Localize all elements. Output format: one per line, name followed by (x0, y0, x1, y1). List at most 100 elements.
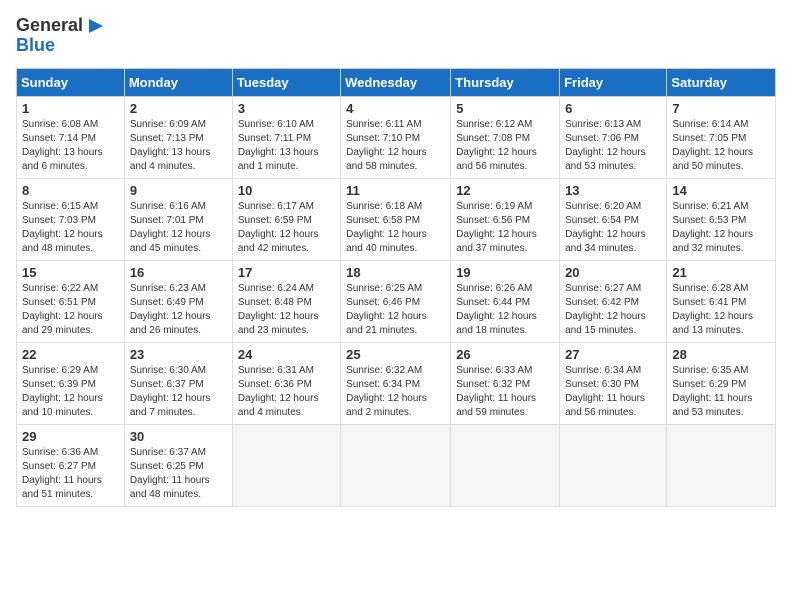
day-number: 10 (238, 183, 335, 198)
day-info: Sunrise: 6:30 AM Sunset: 6:37 PM Dayligh… (130, 364, 227, 420)
day-number: 27 (565, 347, 661, 362)
calendar-cell: 30 Sunrise: 6:37 AM Sunset: 6:25 PM Dayli… (124, 424, 232, 506)
calendar-cell (232, 424, 340, 506)
day-info: Sunrise: 6:10 AM Sunset: 7:11 PM Dayligh… (238, 118, 335, 174)
day-number: 17 (238, 265, 335, 280)
calendar-week-4: 22 Sunrise: 6:29 AM Sunset: 6:39 PM Dayli… (17, 342, 776, 424)
calendar-cell: 20Sunrise: 6:27 AM Sunset: 6:42 PM Dayli… (560, 260, 667, 342)
day-info: Sunrise: 6:29 AM Sunset: 6:39 PM Dayligh… (22, 364, 119, 420)
day-info: Sunrise: 6:24 AM Sunset: 6:48 PM Dayligh… (238, 282, 335, 338)
day-info: Sunrise: 6:28 AM Sunset: 6:41 PM Dayligh… (672, 282, 770, 338)
calendar-cell: 25Sunrise: 6:32 AM Sunset: 6:34 PM Dayli… (341, 342, 451, 424)
calendar-cell: 6 Sunrise: 6:13 AM Sunset: 7:06 PM Daylig… (560, 96, 667, 178)
logo-container: General Blue (16, 16, 103, 56)
weekday-header-thursday: Thursday (451, 68, 560, 96)
day-number: 1 (22, 101, 119, 116)
day-number: 18 (346, 265, 445, 280)
day-number: 25 (346, 347, 445, 362)
calendar-cell (560, 424, 667, 506)
day-number: 12 (456, 183, 554, 198)
calendar-week-2: 8Sunrise: 6:15 AM Sunset: 7:03 PM Daylig… (17, 178, 776, 260)
logo: General Blue (16, 16, 103, 56)
day-info: Sunrise: 6:36 AM Sunset: 6:27 PM Dayligh… (22, 446, 119, 502)
day-number: 15 (22, 265, 119, 280)
calendar-cell (341, 424, 451, 506)
calendar-cell: 18Sunrise: 6:25 AM Sunset: 6:46 PM Dayli… (341, 260, 451, 342)
day-info: Sunrise: 6:26 AM Sunset: 6:44 PM Dayligh… (456, 282, 554, 338)
day-info: Sunrise: 6:21 AM Sunset: 6:53 PM Dayligh… (672, 200, 770, 256)
day-info: Sunrise: 6:23 AM Sunset: 6:49 PM Dayligh… (130, 282, 227, 338)
calendar-cell: 2 Sunrise: 6:09 AM Sunset: 7:13 PM Daylig… (124, 96, 232, 178)
logo-blue: Blue (16, 36, 55, 56)
day-number: 13 (565, 183, 661, 198)
calendar-cell: 1 Sunrise: 6:08 AM Sunset: 7:14 PM Daylig… (17, 96, 125, 178)
day-number: 16 (130, 265, 227, 280)
calendar-cell: 24 Sunrise: 6:31 AM Sunset: 6:36 PM Dayli… (232, 342, 340, 424)
calendar-week-5: 29 Sunrise: 6:36 AM Sunset: 6:27 PM Dayli… (17, 424, 776, 506)
calendar-cell: 28Sunrise: 6:35 AM Sunset: 6:29 PM Dayli… (667, 342, 776, 424)
day-number: 7 (672, 101, 770, 116)
day-number: 5 (456, 101, 554, 116)
weekday-header-friday: Friday (560, 68, 667, 96)
calendar-cell: 3 Sunrise: 6:10 AM Sunset: 7:11 PM Daylig… (232, 96, 340, 178)
day-number: 14 (672, 183, 770, 198)
calendar-cell: 11Sunrise: 6:18 AM Sunset: 6:58 PM Dayli… (341, 178, 451, 260)
day-info: Sunrise: 6:22 AM Sunset: 6:51 PM Dayligh… (22, 282, 119, 338)
calendar-cell: 5Sunrise: 6:12 AM Sunset: 7:08 PM Daylig… (451, 96, 560, 178)
calendar-cell: 16 Sunrise: 6:23 AM Sunset: 6:49 PM Dayli… (124, 260, 232, 342)
calendar-cell: 23 Sunrise: 6:30 AM Sunset: 6:37 PM Dayli… (124, 342, 232, 424)
day-info: Sunrise: 6:08 AM Sunset: 7:14 PM Dayligh… (22, 118, 119, 174)
calendar-cell: 22 Sunrise: 6:29 AM Sunset: 6:39 PM Dayli… (17, 342, 125, 424)
calendar-cell: 9Sunrise: 6:16 AM Sunset: 7:01 PM Daylig… (124, 178, 232, 260)
weekday-header-wednesday: Wednesday (341, 68, 451, 96)
day-number: 22 (22, 347, 119, 362)
calendar-cell: 19 Sunrise: 6:26 AM Sunset: 6:44 PM Dayli… (451, 260, 560, 342)
calendar-cell: 14 Sunrise: 6:21 AM Sunset: 6:53 PM Dayli… (667, 178, 776, 260)
calendar-cell: 15 Sunrise: 6:22 AM Sunset: 6:51 PM Dayli… (17, 260, 125, 342)
day-info: Sunrise: 6:35 AM Sunset: 6:29 PM Dayligh… (672, 364, 770, 420)
day-info: Sunrise: 6:33 AM Sunset: 6:32 PM Dayligh… (456, 364, 554, 420)
weekday-header-tuesday: Tuesday (232, 68, 340, 96)
day-number: 4 (346, 101, 445, 116)
day-number: 30 (130, 429, 227, 444)
calendar-cell: 29 Sunrise: 6:36 AM Sunset: 6:27 PM Dayli… (17, 424, 125, 506)
calendar-cell: 13 Sunrise: 6:20 AM Sunset: 6:54 PM Dayli… (560, 178, 667, 260)
calendar-cell: 26 Sunrise: 6:33 AM Sunset: 6:32 PM Dayli… (451, 342, 560, 424)
day-info: Sunrise: 6:34 AM Sunset: 6:30 PM Dayligh… (565, 364, 661, 420)
day-number: 3 (238, 101, 335, 116)
day-info: Sunrise: 6:19 AM Sunset: 6:56 PM Dayligh… (456, 200, 554, 256)
day-info: Sunrise: 6:37 AM Sunset: 6:25 PM Dayligh… (130, 446, 227, 502)
day-number: 11 (346, 183, 445, 198)
day-number: 2 (130, 101, 227, 116)
day-number: 8 (22, 183, 119, 198)
day-number: 24 (238, 347, 335, 362)
calendar-cell: 4 Sunrise: 6:11 AM Sunset: 7:10 PM Daylig… (341, 96, 451, 178)
calendar-week-3: 15 Sunrise: 6:22 AM Sunset: 6:51 PM Dayli… (17, 260, 776, 342)
calendar-week-1: 1 Sunrise: 6:08 AM Sunset: 7:14 PM Daylig… (17, 96, 776, 178)
day-number: 21 (672, 265, 770, 280)
day-number: 23 (130, 347, 227, 362)
day-info: Sunrise: 6:13 AM Sunset: 7:06 PM Dayligh… (565, 118, 661, 174)
day-number: 6 (565, 101, 661, 116)
day-info: Sunrise: 6:17 AM Sunset: 6:59 PM Dayligh… (238, 200, 335, 256)
day-number: 20 (565, 265, 661, 280)
day-info: Sunrise: 6:11 AM Sunset: 7:10 PM Dayligh… (346, 118, 445, 174)
day-info: Sunrise: 6:20 AM Sunset: 6:54 PM Dayligh… (565, 200, 661, 256)
weekday-header-monday: Monday (124, 68, 232, 96)
day-info: Sunrise: 6:31 AM Sunset: 6:36 PM Dayligh… (238, 364, 335, 420)
weekday-header-sunday: Sunday (17, 68, 125, 96)
calendar-cell (667, 424, 776, 506)
calendar-cell: 27 Sunrise: 6:34 AM Sunset: 6:30 PM Dayli… (560, 342, 667, 424)
day-info: Sunrise: 6:14 AM Sunset: 7:05 PM Dayligh… (672, 118, 770, 174)
calendar-cell: 7 Sunrise: 6:14 AM Sunset: 7:05 PM Daylig… (667, 96, 776, 178)
day-info: Sunrise: 6:16 AM Sunset: 7:01 PM Dayligh… (130, 200, 227, 256)
day-info: Sunrise: 6:09 AM Sunset: 7:13 PM Dayligh… (130, 118, 227, 174)
day-number: 29 (22, 429, 119, 444)
calendar-table: SundayMondayTuesdayWednesdayThursdayFrid… (16, 68, 776, 507)
weekday-header-saturday: Saturday (667, 68, 776, 96)
logo-triangle (85, 17, 103, 35)
day-number: 26 (456, 347, 554, 362)
day-number: 19 (456, 265, 554, 280)
calendar-cell: 12 Sunrise: 6:19 AM Sunset: 6:56 PM Dayli… (451, 178, 560, 260)
calendar-cell: 8Sunrise: 6:15 AM Sunset: 7:03 PM Daylig… (17, 178, 125, 260)
